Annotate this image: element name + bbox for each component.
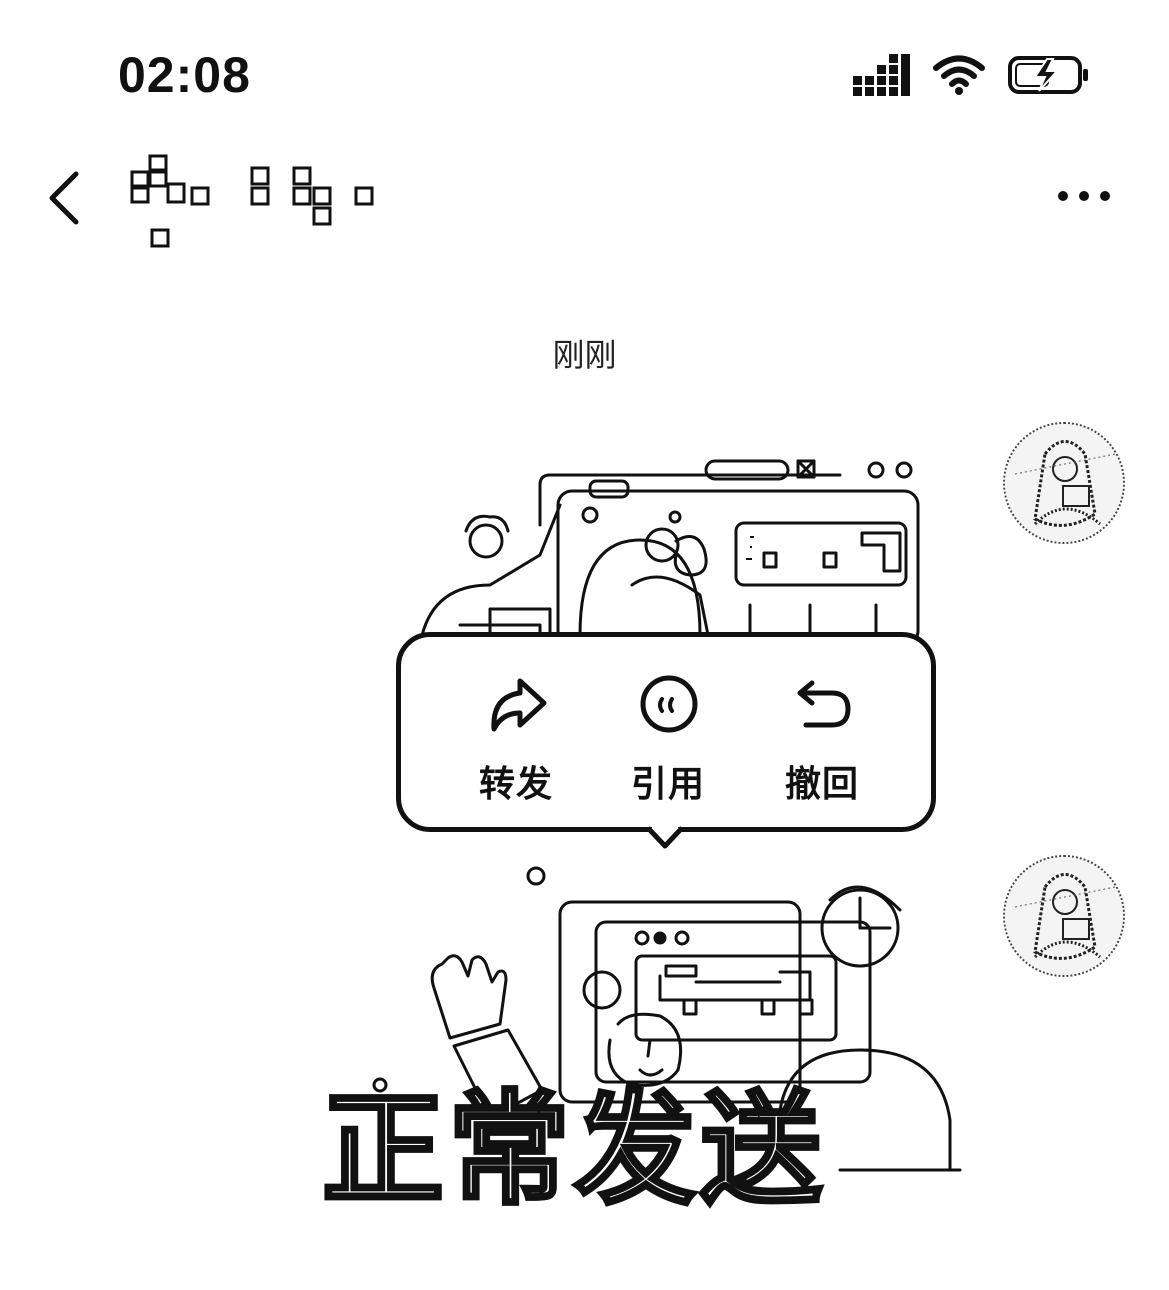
forward-label: 转发 (478, 764, 553, 805)
chat-title (130, 154, 374, 248)
signal-icon (853, 54, 910, 96)
forward-menu-item[interactable]: 转发 (441, 637, 591, 827)
more-dots-icon[interactable] (1049, 176, 1119, 216)
battery-charging-icon (1008, 56, 1088, 94)
status-time: 02:08 (118, 47, 251, 103)
image-overlay-text: 正常发送 (320, 1077, 826, 1223)
quote-icon (640, 675, 698, 733)
message-timestamp: 刚刚 (552, 336, 617, 374)
quote-menu-item[interactable]: 引用 (593, 637, 743, 827)
wifi-icon (933, 55, 985, 95)
avatar[interactable] (1003, 855, 1125, 977)
status-icons (853, 54, 1091, 96)
forward-arrow-icon (491, 678, 547, 732)
quote-label: 引用 (630, 764, 705, 805)
chevron-left-icon[interactable] (38, 166, 98, 230)
recall-label: 撤回 (784, 764, 859, 805)
context-menu-tail (648, 826, 682, 849)
status-bar: 02:08 (0, 0, 1169, 140)
message-image[interactable] (400, 445, 960, 645)
avatar[interactable] (1003, 422, 1125, 544)
undo-icon (797, 680, 851, 728)
recall-menu-item[interactable]: 撤回 (747, 637, 897, 827)
message-context-menu: 转发 引用 撤回 (396, 632, 936, 832)
chat-header (0, 140, 1169, 260)
